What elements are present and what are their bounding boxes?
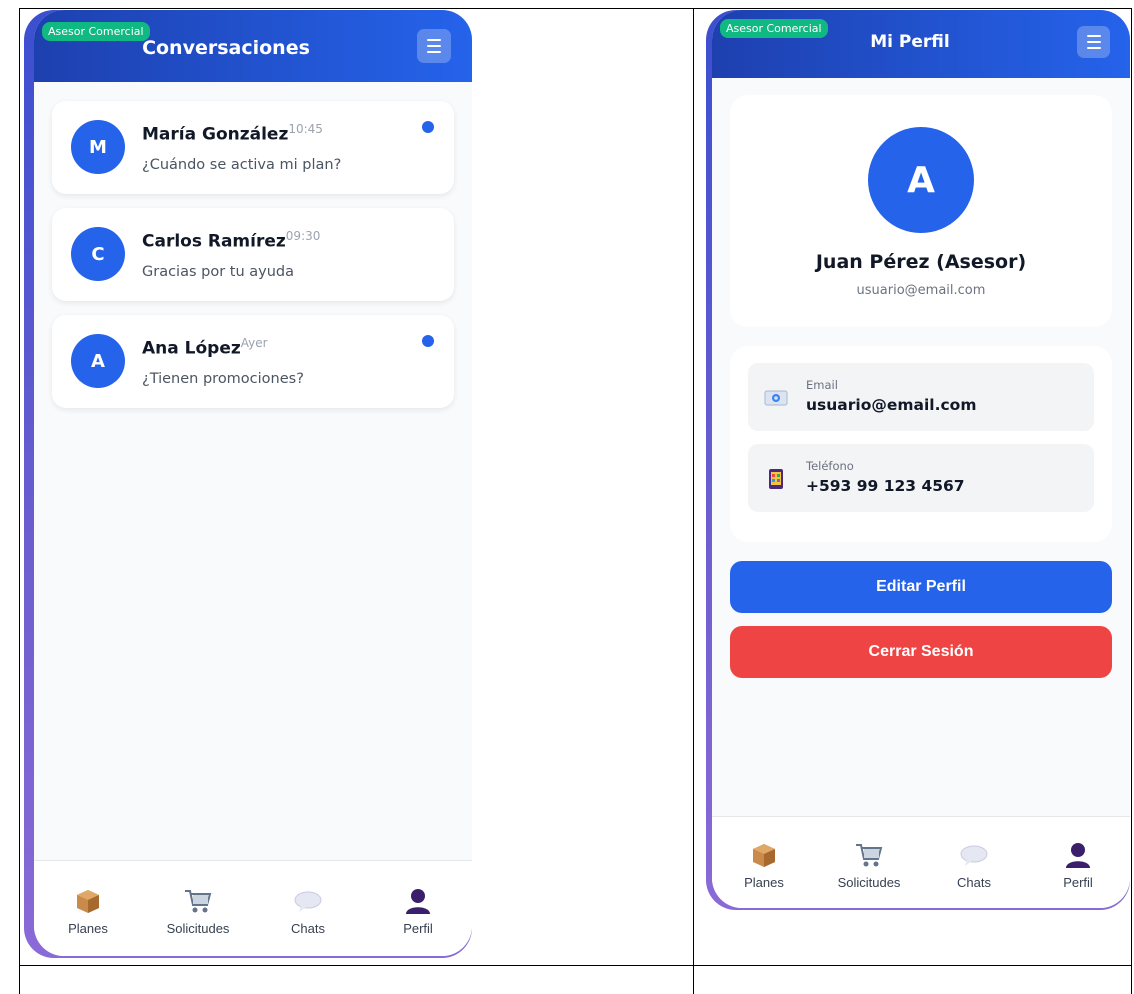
nav-perfil[interactable]: Perfil: [1038, 841, 1118, 890]
nav-label: Perfil: [403, 921, 433, 936]
nav-label: Solicitudes: [837, 875, 901, 890]
package-icon: [77, 890, 99, 913]
chat-preview: Gracias por tu ayuda: [142, 264, 295, 280]
table-border-left: [19, 8, 20, 994]
page-title: Conversaciones: [142, 37, 310, 59]
nav-solicitudes[interactable]: Solicitudes: [158, 887, 238, 936]
mobile-phone-icon: [769, 469, 783, 489]
avatar: M: [71, 120, 125, 174]
info-label: Teléfono: [806, 459, 854, 473]
table-border-row: [19, 965, 1132, 966]
unread-dot: [422, 335, 434, 347]
bottom-nav: Planes Solicitudes Chats Perfil: [34, 860, 472, 956]
nav-chats[interactable]: Chats: [268, 887, 348, 936]
chat-card-maria[interactable]: M María González10:45 ¿Cuándo se activa …: [52, 101, 454, 194]
table-border-right: [1131, 8, 1132, 994]
chat-name: Carlos Ramírez09:30: [142, 229, 321, 252]
role-badge: Asesor Comercial: [42, 22, 150, 41]
nav-label: Chats: [291, 921, 325, 936]
info-label: Email: [806, 378, 838, 392]
profile-email: usuario@email.com: [856, 283, 986, 298]
nav-label: Chats: [957, 875, 991, 890]
table-border-top: [19, 8, 1132, 9]
right-phone-screen: Mi Perfil Asesor Comercial A Juan Pérez …: [712, 10, 1130, 908]
nav-label: Perfil: [1063, 875, 1093, 890]
conversations-header: Conversaciones: [34, 10, 472, 82]
chat-card-ana[interactable]: A Ana LópezAyer ¿Tienen promociones?: [52, 315, 454, 408]
phone-row: Teléfono +593 99 123 4567: [748, 444, 1094, 512]
email-row: Email usuario@email.com: [748, 363, 1094, 431]
hamburger-menu-icon[interactable]: [1077, 26, 1110, 58]
role-badge: Asesor Comercial: [720, 19, 828, 38]
nav-label: Planes: [744, 875, 784, 890]
avatar: A: [71, 334, 125, 388]
cart-icon: [185, 890, 212, 913]
chat-time: 09:30: [285, 229, 321, 243]
chat-preview: ¿Cuándo se activa mi plan?: [142, 157, 342, 173]
user-silhouette-icon: [1066, 843, 1090, 868]
chat-name: María González10:45: [142, 122, 323, 145]
nav-perfil[interactable]: Perfil: [378, 887, 458, 936]
nav-solicitudes[interactable]: Solicitudes: [829, 841, 909, 890]
package-icon: [753, 844, 775, 867]
nav-planes[interactable]: Planes: [724, 841, 804, 890]
info-value: usuario@email.com: [806, 396, 977, 414]
chat-card-carlos[interactable]: C Carlos Ramírez09:30 Gracias por tu ayu…: [52, 208, 454, 301]
speech-bubble-icon: [960, 845, 988, 866]
profile-avatar: A: [868, 127, 974, 233]
nav-label: Planes: [68, 921, 108, 936]
avatar: C: [71, 227, 125, 281]
left-phone-screen: Conversaciones Asesor Comercial M María …: [34, 10, 472, 956]
profile-card: A Juan Pérez (Asesor) usuario@email.com: [730, 95, 1112, 327]
edit-profile-button[interactable]: Editar Perfil: [730, 561, 1112, 613]
bottom-nav: Planes Solicitudes Chats Perfil: [712, 816, 1130, 908]
nav-label: Solicitudes: [166, 921, 230, 936]
user-silhouette-icon: [406, 889, 430, 914]
page-title: Mi Perfil: [870, 32, 950, 52]
table-border-middle: [693, 8, 694, 994]
hamburger-menu-icon[interactable]: [417, 29, 451, 63]
info-card: Email usuario@email.com Teléfono +593 99…: [730, 346, 1112, 542]
speech-bubble-icon: [294, 891, 322, 912]
cart-icon: [856, 844, 883, 867]
info-value: +593 99 123 4567: [806, 477, 965, 495]
email-icon: [764, 390, 788, 406]
logout-button[interactable]: Cerrar Sesión: [730, 626, 1112, 678]
nav-chats[interactable]: Chats: [934, 841, 1014, 890]
chat-preview: ¿Tienen promociones?: [142, 371, 304, 387]
chat-time: 10:45: [288, 122, 323, 136]
nav-planes[interactable]: Planes: [48, 887, 128, 936]
unread-dot: [422, 121, 434, 133]
profile-name: Juan Pérez (Asesor): [815, 251, 1027, 273]
chat-name: Ana LópezAyer: [142, 336, 268, 359]
chat-time: Ayer: [240, 336, 268, 350]
